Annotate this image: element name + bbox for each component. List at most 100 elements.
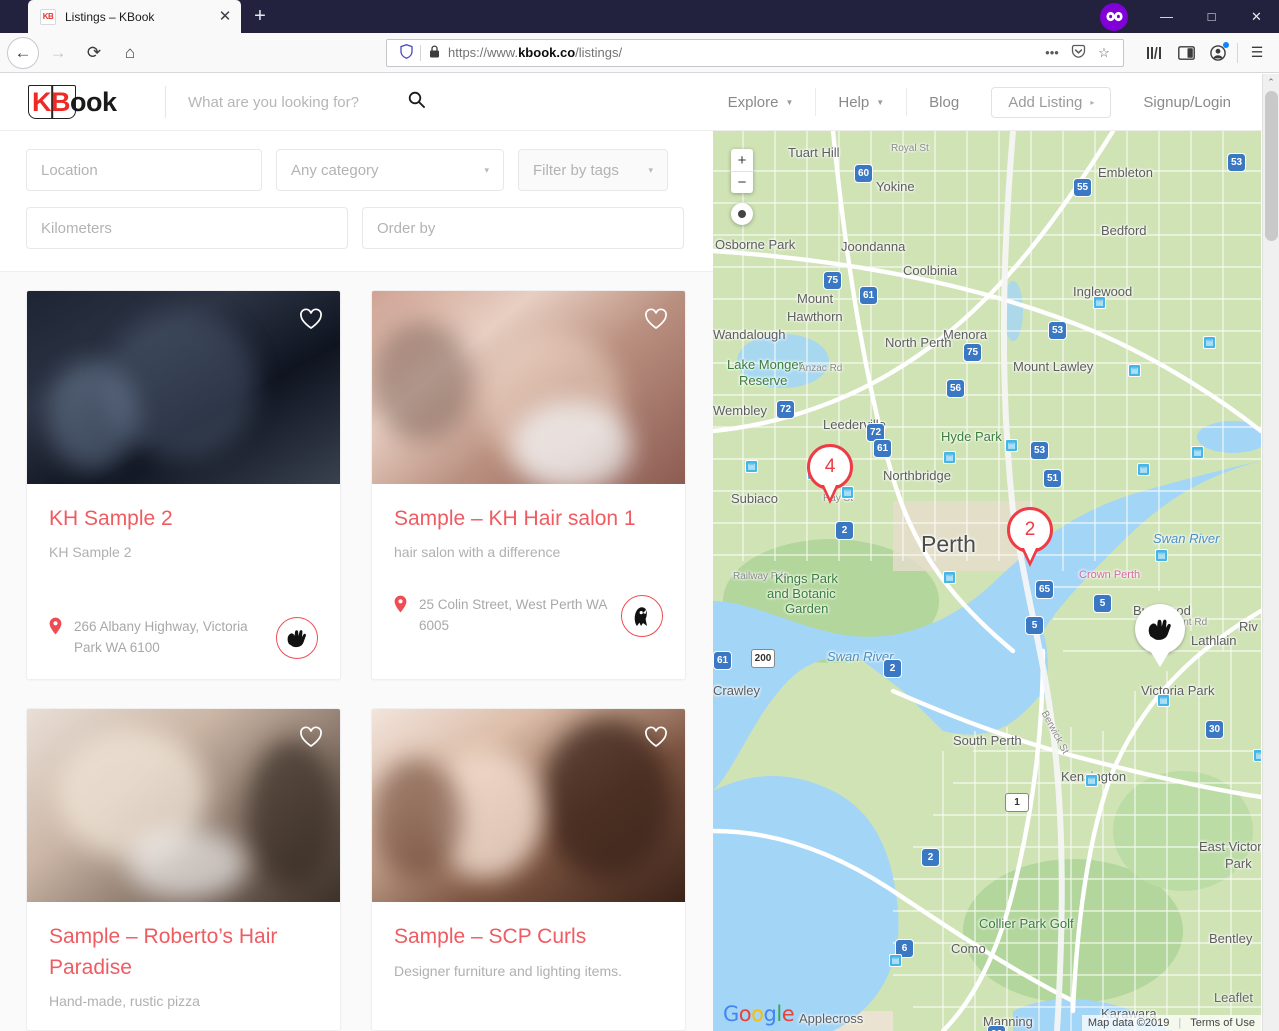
firefox-account-icon[interactable] <box>1100 2 1128 31</box>
listing-body: KH Sample 2 KH Sample 2 <box>27 484 340 581</box>
listing-footer: 266 Albany Highway, Victoria Park WA 610… <box>27 617 340 679</box>
page-actions-icon[interactable]: ••• <box>1039 45 1065 60</box>
cluster-count: 4 <box>807 444 853 490</box>
browser-tab[interactable]: KB Listings – KBook ✕ <box>28 0 241 33</box>
window-minimize-button[interactable]: — <box>1144 0 1189 33</box>
hair-logo-icon <box>634 607 647 627</box>
map-zoom-controls: + − <box>731 149 753 193</box>
terms-of-use-link[interactable]: Terms of Use <box>1190 1017 1255 1029</box>
scrollbar-thumb[interactable] <box>1265 91 1278 241</box>
favorite-heart-icon[interactable] <box>299 308 323 332</box>
listing-card[interactable]: KH Sample 2 KH Sample 2 266 Albany Highw… <box>26 290 341 681</box>
browser-tabstrip: KB Listings – KBook ✕ + — □ ✕ <box>0 0 1279 33</box>
page-scrollbar[interactable]: ⌃ <box>1262 74 1279 1031</box>
tags-select[interactable]: Filter by tags ▾ <box>518 149 668 191</box>
site-header: KBook Explore ▼ Help <box>0 74 1279 131</box>
kilometers-placeholder: Kilometers <box>41 219 112 237</box>
pocket-glyph <box>1071 44 1085 58</box>
kilometers-input[interactable]: Kilometers <box>26 207 348 249</box>
nav-label: Help <box>838 93 870 111</box>
hand-logo-icon <box>287 630 306 648</box>
nav-item-blog[interactable]: Blog <box>907 94 981 111</box>
map-locate-button[interactable] <box>731 203 753 225</box>
bookmark-star-icon[interactable]: ☆ <box>1091 45 1117 61</box>
new-tab-button[interactable]: + <box>245 1 275 31</box>
map-canvas: Tuart Hill Royal St Yokine Embleton Bedf… <box>713 131 1261 1031</box>
library-glyph <box>1147 46 1161 59</box>
window-close-button[interactable]: ✕ <box>1234 0 1279 33</box>
search-input[interactable] <box>188 93 403 111</box>
order-by-input[interactable]: Order by <box>362 207 684 249</box>
filter-row-primary: Location Any category ▾ Filter by tags ▾ <box>26 149 687 191</box>
signup-login-link[interactable]: Signup/Login <box>1121 94 1253 111</box>
nav-item-help[interactable]: Help ▼ <box>816 94 906 111</box>
map-cluster-marker[interactable]: 2 <box>1007 507 1053 565</box>
listing-card[interactable]: Sample – Roberto’s Hair Paradise Hand-ma… <box>26 708 341 1031</box>
library-icon[interactable] <box>1138 38 1170 68</box>
leaflet-attribution[interactable]: Leaflet <box>1214 990 1253 1005</box>
listing-address: 266 Albany Highway, Victoria Park WA 610… <box>74 619 248 655</box>
heart-glyph <box>645 726 667 748</box>
business-logo <box>621 595 663 638</box>
nav-label: Explore <box>727 93 779 111</box>
pocket-icon[interactable] <box>1065 44 1091 62</box>
chevron-down-icon: ▼ <box>785 97 794 107</box>
chevron-down-icon: ▾ <box>648 164 653 175</box>
url-text: https://www.kbook.co/listings/ <box>448 45 623 60</box>
map-zoom-in-button[interactable]: + <box>731 149 753 171</box>
map-data-text: Map data ©2019 <box>1087 1017 1170 1029</box>
magnifier-glyph <box>408 91 425 108</box>
order-by-placeholder: Order by <box>377 219 436 237</box>
search-icon[interactable] <box>403 91 430 113</box>
site-logo[interactable]: KBook <box>28 82 143 122</box>
map-cluster-marker[interactable]: 4 <box>807 444 853 502</box>
reload-button[interactable]: ⟳ <box>77 37 111 69</box>
close-icon[interactable]: ✕ <box>215 7 235 27</box>
scroll-up-arrow-icon[interactable]: ⌃ <box>1263 74 1279 91</box>
web-page: KBook Explore ▼ Help <box>0 74 1279 1031</box>
google-logo: Google <box>723 1002 795 1026</box>
favorite-heart-icon[interactable] <box>644 308 668 332</box>
map-panel[interactable]: Tuart Hill Royal St Yokine Embleton Bedf… <box>713 131 1261 1031</box>
map-zoom-out-button[interactable]: − <box>731 171 753 193</box>
nav-item-explore[interactable]: Explore ▼ <box>706 94 816 111</box>
mask-glyph <box>1105 11 1123 22</box>
marker-body <box>1135 604 1185 654</box>
tab-title: Listings – KBook <box>65 9 155 24</box>
listing-photo <box>27 709 340 903</box>
add-listing-button[interactable]: Add Listing ▸ <box>991 86 1112 118</box>
tracking-protection-shield-icon[interactable] <box>393 43 420 62</box>
listing-subtitle: hair salon with a difference <box>394 544 561 561</box>
tags-value: Filter by tags <box>533 161 619 179</box>
listing-title[interactable]: Sample – Roberto’s Hair Paradise <box>49 922 318 983</box>
shield-glyph <box>400 43 413 59</box>
location-placeholder: Location <box>41 161 98 179</box>
url-bar[interactable]: https://www.kbook.co/listings/ ••• ☆ <box>386 38 1124 67</box>
chevron-right-icon: ▸ <box>1090 97 1095 107</box>
listing-body: Sample – Roberto’s Hair Paradise Hand-ma… <box>27 902 340 1030</box>
listing-subtitle: Hand-made, rustic pizza <box>49 993 200 1010</box>
listing-photo <box>27 291 340 484</box>
listing-card[interactable]: Sample – SCP Curls Designer furniture an… <box>371 708 686 1031</box>
location-input[interactable]: Location <box>26 149 262 191</box>
business-logo <box>276 617 318 660</box>
listing-title[interactable]: Sample – SCP Curls <box>394 922 663 952</box>
url-actions: ••• ☆ <box>1039 44 1117 62</box>
listing-subtitle: KH Sample 2 <box>49 544 132 561</box>
listing-address: 25 Colin Street, West Perth WA 6005 <box>419 597 607 633</box>
map-listing-marker[interactable] <box>1135 604 1185 662</box>
back-button[interactable]: ← <box>7 36 39 69</box>
category-select[interactable]: Any category ▾ <box>276 149 504 191</box>
window-maximize-button[interactable]: □ <box>1189 0 1234 33</box>
listing-title[interactable]: KH Sample 2 <box>49 504 318 534</box>
favorite-heart-icon[interactable] <box>299 726 323 750</box>
account-icon[interactable] <box>1202 38 1234 68</box>
home-button[interactable]: ⌂ <box>113 37 147 69</box>
favorite-heart-icon[interactable] <box>644 726 668 750</box>
forward-button[interactable]: → <box>41 37 75 69</box>
listing-card[interactable]: Sample – KH Hair salon 1 hair salon with… <box>371 290 686 681</box>
listing-title[interactable]: Sample – KH Hair salon 1 <box>394 504 663 534</box>
map-pin-icon <box>49 617 62 640</box>
sidebar-icon[interactable] <box>1170 38 1202 68</box>
app-menu-button[interactable]: ☰ <box>1241 38 1273 68</box>
